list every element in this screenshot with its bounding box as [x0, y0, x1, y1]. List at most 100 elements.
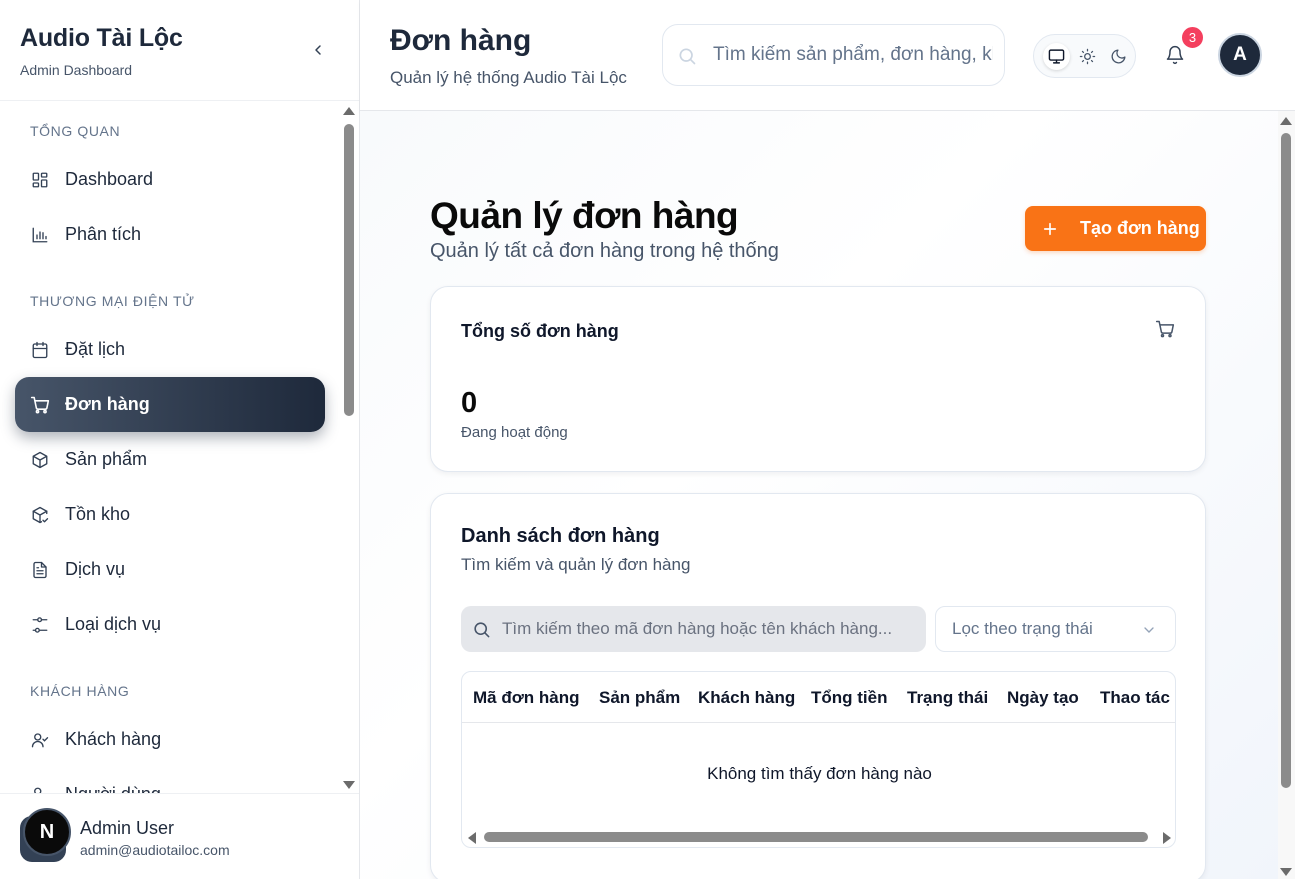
sidebar-item-orders[interactable]: Đơn hàng — [15, 377, 325, 432]
scroll-up-arrow[interactable] — [1280, 117, 1292, 125]
create-order-button[interactable]: Tạo đơn hàng — [1025, 206, 1206, 251]
list-card-subtitle: Tìm kiếm và quản lý đơn hàng — [461, 555, 691, 574]
sidebar-item-label: Đặt lịch — [65, 339, 126, 359]
calendar-icon — [30, 340, 50, 360]
global-search[interactable] — [662, 24, 1005, 86]
column-header-products: Sản phẩm — [599, 688, 681, 707]
orders-list-card: Danh sách đơn hàng Tìm kiếm và quản lý đ… — [430, 493, 1206, 879]
stat-card-caption: Đang hoạt động — [461, 424, 568, 441]
plus-icon — [1041, 220, 1059, 238]
search-icon — [471, 619, 491, 639]
sidebar-item-services[interactable]: Dịch vụ — [15, 542, 325, 597]
sidebar-item-label: Loại dịch vụ — [65, 614, 162, 634]
sidebar-item-customers[interactable]: Khách hàng — [15, 712, 325, 767]
orders-search[interactable] — [461, 606, 926, 652]
grid-icon — [30, 170, 50, 190]
scroll-up-arrow[interactable] — [343, 107, 355, 115]
sidebar-item-label: Đơn hàng — [65, 394, 150, 414]
section-label-ecommerce: THƯƠNG MẠI ĐIỆN TỬ — [30, 293, 195, 309]
theme-system-button[interactable] — [1043, 42, 1070, 70]
sidebar-item-service-types[interactable]: Loại dịch vụ — [15, 597, 325, 652]
collapse-sidebar-button[interactable] — [306, 38, 330, 62]
scroll-down-arrow[interactable] — [1280, 868, 1292, 876]
status-filter-select[interactable]: Lọc theo trạng thái — [935, 606, 1176, 652]
scroll-right-arrow[interactable] — [1163, 832, 1171, 844]
scrollbar-thumb[interactable] — [1281, 133, 1291, 788]
orders-search-input[interactable] — [502, 619, 912, 639]
section-label-customers: KHÁCH HÀNG — [30, 683, 130, 699]
status-filter-label: Lọc theo trạng thái — [952, 619, 1093, 638]
user-name: Admin User — [80, 818, 175, 838]
notification-badge: 3 — [1180, 25, 1205, 50]
sidebar-scrollbar[interactable] — [341, 104, 357, 792]
avatar[interactable]: N — [23, 808, 71, 856]
file-text-icon — [30, 560, 50, 580]
empty-state-message: Không tìm thấy đơn hàng nào — [707, 764, 932, 783]
sun-icon — [1079, 48, 1096, 64]
monitor-icon — [1048, 48, 1065, 64]
scroll-left-arrow[interactable] — [468, 832, 476, 844]
page-title: Đơn hàng — [390, 24, 532, 57]
chevron-down-icon — [1141, 622, 1157, 643]
scrollbar-thumb[interactable] — [344, 124, 354, 416]
brand-header: Audio Tài Lộc Admin Dashboard — [0, 0, 359, 101]
scroll-down-arrow[interactable] — [343, 781, 355, 789]
sidebar-item-booking[interactable]: Đặt lịch — [15, 322, 325, 377]
theme-dark-button[interactable] — [1105, 43, 1132, 70]
column-header-total: Tổng tiền — [811, 688, 888, 707]
sidebar-item-label: Dịch vụ — [65, 559, 126, 579]
sidebar-item-dashboard[interactable]: Dashboard — [15, 152, 325, 207]
global-search-input[interactable] — [713, 44, 993, 66]
package-check-icon — [30, 505, 50, 525]
sidebar-item-products[interactable]: Sản phẩm — [15, 432, 325, 487]
sidebar-item-label: Khách hàng — [65, 729, 162, 749]
orders-table: Mã đơn hàng Sản phẩm Khách hàng Tổng tiề… — [461, 671, 1176, 848]
column-header-customer: Khách hàng — [698, 688, 796, 707]
stat-card-title: Tổng số đơn hàng — [461, 321, 619, 341]
user-email: admin@audiotailoc.com — [80, 842, 230, 858]
list-card-title: Danh sách đơn hàng — [461, 525, 660, 547]
brand-subtitle: Admin Dashboard — [20, 62, 133, 78]
package-icon — [30, 450, 50, 470]
chevron-left-icon — [315, 45, 321, 55]
main-content: Quản lý đơn hàng Quản lý tất cả đơn hàng… — [360, 111, 1278, 879]
sidebar-item-users[interactable]: Người dùng — [15, 767, 325, 793]
sidebar-item-label: Dashboard — [65, 169, 154, 189]
main-scrollbar[interactable] — [1278, 111, 1295, 879]
orders-subheading: Quản lý tất cả đơn hàng trong hệ thống — [430, 240, 779, 262]
cart-icon — [30, 395, 50, 415]
table-horizontal-scrollbar[interactable] — [462, 827, 1175, 847]
sidebar: Audio Tài Lộc Admin Dashboard TỔNG QUAN … — [0, 0, 360, 879]
stat-card-value: 0 — [461, 387, 478, 419]
column-header-order-id: Mã đơn hàng — [473, 688, 580, 707]
brand-title: Audio Tài Lộc — [20, 24, 183, 52]
theme-switcher — [1033, 34, 1136, 78]
scrollbar-thumb[interactable] — [484, 832, 1148, 842]
section-label-overview: TỔNG QUAN — [30, 123, 121, 139]
column-header-created-date: Ngày tạo — [1007, 688, 1079, 707]
total-orders-card: Tổng số đơn hàng 0 Đang hoạt động — [430, 286, 1206, 472]
sidebar-item-inventory[interactable]: Tồn kho — [15, 487, 325, 542]
column-header-actions: Thao tác — [1100, 688, 1170, 707]
sidebar-item-label: Tồn kho — [65, 504, 131, 524]
table-header: Mã đơn hàng Sản phẩm Khách hàng Tổng tiề… — [462, 672, 1175, 723]
search-icon — [677, 46, 697, 71]
bell-icon — [1166, 45, 1184, 65]
top-header: Đơn hàng Quản lý hệ thống Audio Tài Lộc … — [360, 0, 1295, 111]
sidebar-item-label: Người dùng — [65, 784, 161, 793]
orders-heading: Quản lý đơn hàng — [430, 195, 739, 236]
create-order-label: Tạo đơn hàng — [1080, 218, 1200, 238]
sidebar-item-analytics[interactable]: Phân tích — [15, 207, 325, 262]
user-check-icon — [30, 730, 50, 750]
user-profile[interactable]: N Admin User admin@audiotailoc.com — [0, 793, 359, 879]
bar-chart-icon — [30, 225, 50, 245]
page-subtitle: Quản lý hệ thống Audio Tài Lộc — [390, 68, 627, 87]
header-avatar[interactable]: A — [1218, 33, 1262, 77]
sliders-icon — [30, 615, 50, 635]
column-header-status: Trạng thái — [907, 688, 989, 707]
theme-light-button[interactable] — [1074, 43, 1101, 70]
sidebar-item-label: Sản phẩm — [65, 449, 148, 469]
moon-icon — [1111, 48, 1126, 63]
users-icon — [30, 785, 50, 793]
cart-icon — [1155, 319, 1175, 344]
